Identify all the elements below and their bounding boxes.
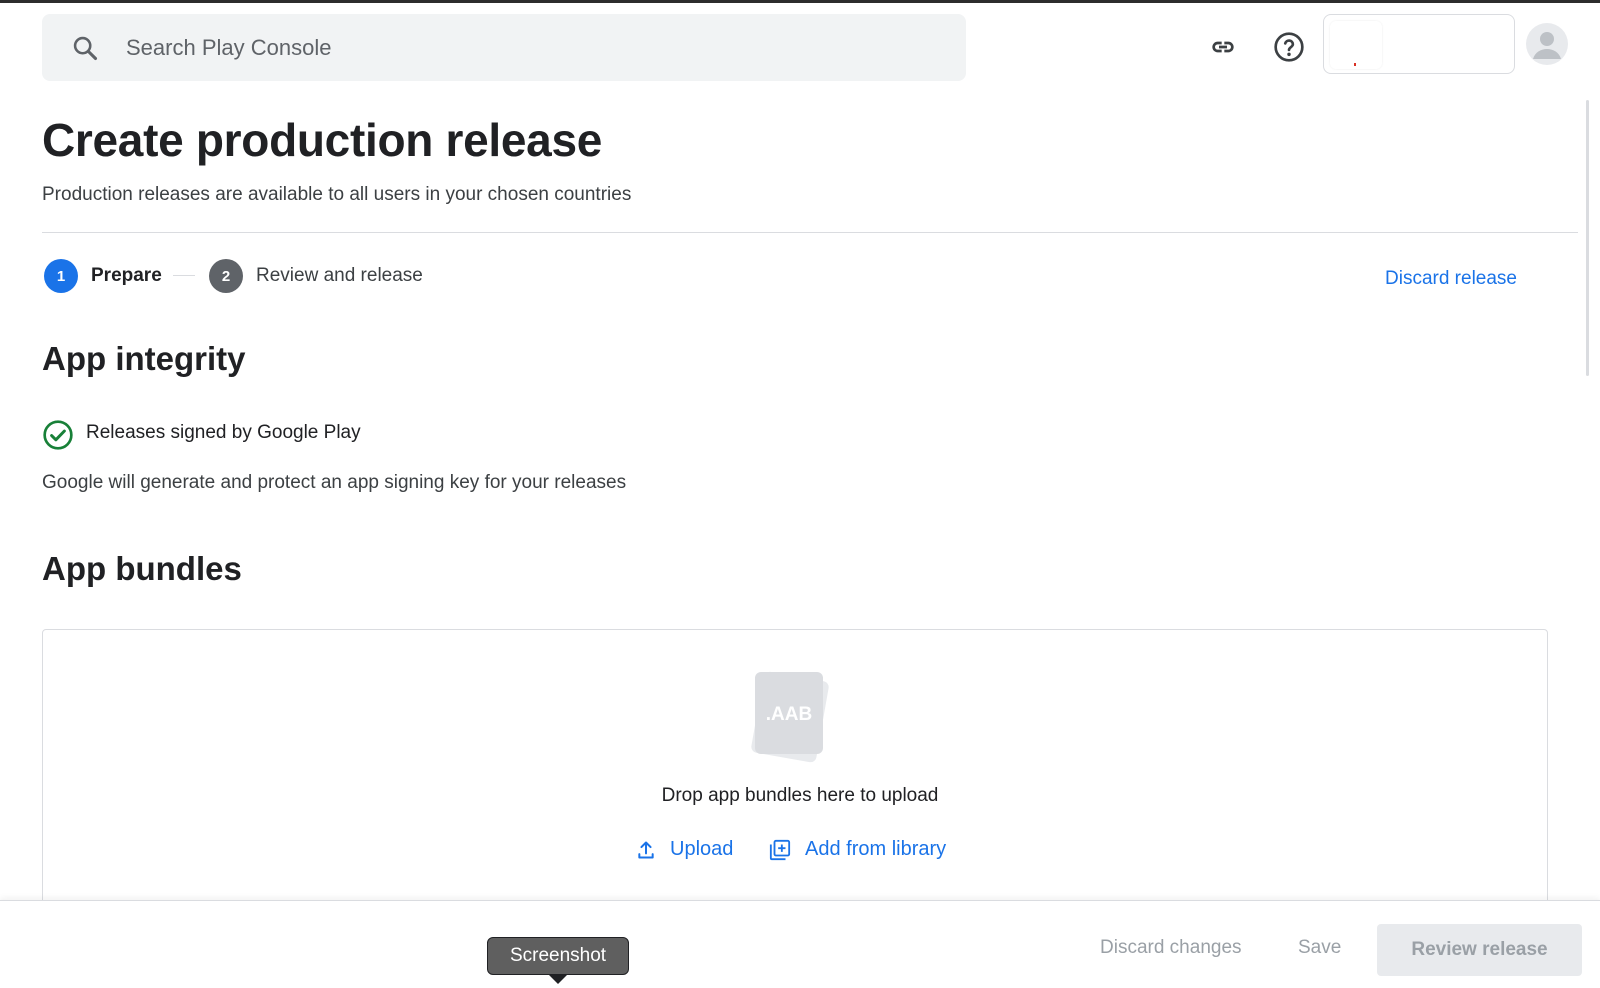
step-2-indicator: 2 <box>209 259 243 293</box>
account-logo <box>1330 21 1382 69</box>
footer-bar: Discard changes Save <box>0 900 1600 988</box>
signing-status: Releases signed by Google Play <box>86 422 361 443</box>
account-indicator <box>1354 63 1356 66</box>
link-icon[interactable] <box>1204 28 1242 66</box>
divider <box>42 232 1578 233</box>
upload-label: Upload <box>670 838 734 860</box>
add-from-library-button[interactable]: Add from library <box>769 838 946 861</box>
scrollbar[interactable] <box>1586 100 1589 376</box>
account-icon <box>1533 32 1561 59</box>
upload-button[interactable]: Upload <box>636 838 733 861</box>
step-connector <box>173 275 195 276</box>
search-bar[interactable] <box>42 14 966 81</box>
app-bundles-title: App bundles <box>42 550 242 587</box>
add-from-library-label: Add from library <box>805 838 947 860</box>
window-top-edge <box>0 0 1600 3</box>
discard-changes-button[interactable]: Discard changes <box>1100 937 1242 959</box>
search-input[interactable] <box>126 34 886 61</box>
account-switcher[interactable] <box>1323 14 1515 74</box>
search-icon[interactable] <box>70 33 100 63</box>
avatar[interactable] <box>1526 23 1568 65</box>
upload-icon <box>638 841 654 858</box>
save-button[interactable]: Save <box>1298 937 1341 959</box>
integrity-description: Google will generate and protect an app … <box>42 472 627 493</box>
page-subtitle: Production releases are available to all… <box>42 184 632 205</box>
step-1-label: Prepare <box>91 265 162 286</box>
screenshot-tooltip: Screenshot <box>487 937 629 975</box>
check-circle-icon <box>42 419 74 451</box>
library-add-icon <box>769 839 791 860</box>
drop-instructions: Drop app bundles here to upload <box>661 785 939 806</box>
step-2-label: Review and release <box>256 265 423 286</box>
aab-file-label: .AAB <box>766 704 812 725</box>
help-icon[interactable] <box>1270 28 1308 66</box>
aab-file-icon: .AAB <box>751 671 829 763</box>
review-release-button[interactable]: Review release <box>1377 924 1582 976</box>
page-title: Create production release <box>42 114 603 166</box>
app-integrity-title: App integrity <box>42 340 246 377</box>
step-1-indicator: 1 <box>44 259 78 293</box>
page: Create production release Production rel… <box>0 0 1600 988</box>
discard-release-button[interactable]: Discard release <box>1385 268 1517 290</box>
tooltip-arrow <box>549 975 567 984</box>
